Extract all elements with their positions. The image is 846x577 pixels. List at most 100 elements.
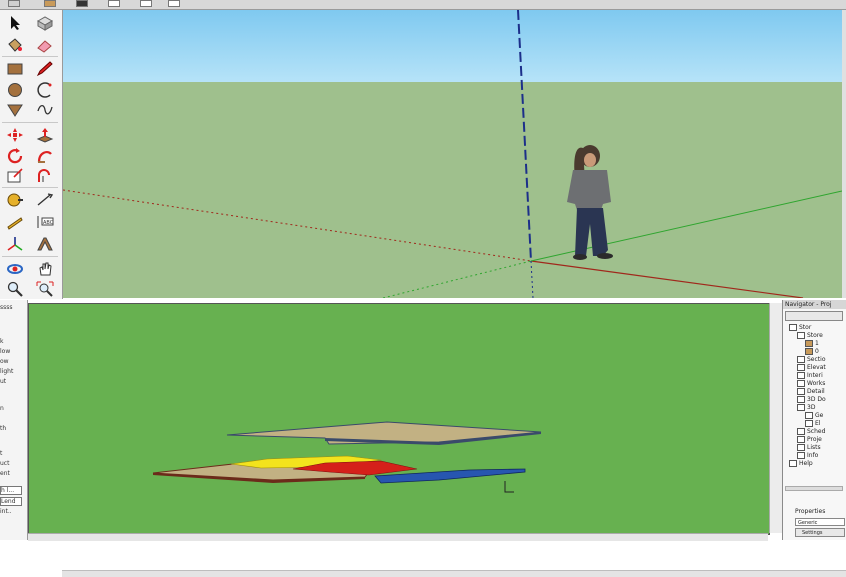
select-icon[interactable] [4, 14, 26, 32]
zoom-extents-icon[interactable] [34, 280, 56, 298]
tree-item[interactable]: Sched [797, 428, 825, 435]
folder-icon [789, 324, 797, 331]
viewport-edge [842, 10, 846, 298]
sketchup-3d-viewport[interactable] [63, 10, 842, 298]
folder-icon [797, 388, 805, 395]
folder-icon [797, 436, 805, 443]
folder-icon [797, 428, 805, 435]
eraser-icon[interactable] [34, 36, 56, 54]
properties-field[interactable]: Generic [795, 518, 845, 526]
freehand-icon[interactable] [34, 101, 56, 119]
toolbox-item[interactable]: low [0, 348, 10, 355]
toolbox-button[interactable]: int.. [0, 508, 12, 515]
folder-icon [797, 444, 805, 451]
separator [2, 56, 58, 57]
toolbox-item[interactable]: uct [0, 460, 9, 467]
offset-icon[interactable] [34, 167, 56, 185]
archicad-3d-window[interactable] [28, 303, 770, 535]
story-icon [805, 340, 813, 347]
component-icon[interactable] [34, 14, 56, 32]
tree-item[interactable]: Works [797, 380, 825, 387]
push-pull-icon[interactable] [34, 126, 56, 144]
sky [63, 10, 842, 82]
rotate-icon[interactable] [4, 147, 26, 165]
tree-item[interactable]: Store [797, 332, 823, 339]
tree-item[interactable]: Info [797, 452, 818, 459]
tree-item[interactable]: Sectio [797, 356, 826, 363]
folder-icon [797, 372, 805, 379]
toolbox-item[interactable]: light [0, 368, 13, 375]
tree-item[interactable]: Lists [797, 444, 821, 451]
toolbar-button[interactable] [140, 0, 152, 7]
archicad-toolbox: ssss k low ow light ut n th t uct ent h … [0, 300, 28, 540]
svg-text:ABC: ABC [43, 220, 54, 226]
tree-item[interactable]: 0 [805, 348, 819, 355]
folder-icon [797, 404, 805, 411]
toolbar-button[interactable] [76, 0, 88, 7]
folder-icon [789, 460, 797, 467]
tree-item[interactable]: Proje [797, 436, 822, 443]
tree-item[interactable]: Interi [797, 372, 823, 379]
toolbox-item[interactable]: n [0, 405, 4, 412]
orbit-icon[interactable] [4, 260, 26, 278]
folder-icon [797, 380, 805, 387]
toolbox-button[interactable]: Lend [0, 497, 22, 506]
toolbox-item[interactable]: k [0, 338, 3, 345]
sketchup-tool-palette: ABC [0, 10, 63, 299]
tree-item[interactable]: Ge [805, 412, 823, 419]
scale-icon[interactable] [4, 167, 26, 185]
pencil-icon[interactable] [34, 60, 56, 78]
text-icon[interactable]: ABC [34, 213, 56, 231]
protractor-icon[interactable] [4, 213, 26, 231]
vertical-scrollbar[interactable] [769, 303, 782, 533]
toolbox-item[interactable]: t [0, 450, 2, 457]
tree-item[interactable]: 3D [797, 404, 815, 411]
3d-text-icon[interactable] [34, 235, 56, 253]
horizontal-scrollbar[interactable] [785, 486, 843, 491]
dimension-icon[interactable] [34, 191, 56, 209]
folder-icon [797, 332, 805, 339]
separator [2, 187, 58, 188]
ground [63, 82, 842, 298]
tree-item[interactable]: 3D Do [797, 396, 826, 403]
navigator-title: Navigator - Proj [783, 300, 846, 309]
cursor-icon [504, 481, 514, 493]
folder-icon [797, 396, 805, 403]
axes-icon[interactable] [4, 235, 26, 253]
toolbox-item[interactable]: th [0, 425, 6, 432]
folder-icon [797, 452, 805, 459]
tree-item[interactable]: Detail [797, 388, 825, 395]
toolbox-button[interactable]: h l... [0, 486, 22, 495]
toolbox-item[interactable]: ssss [0, 304, 13, 311]
tree-item[interactable]: Elevat [797, 364, 826, 371]
circle-icon[interactable] [4, 81, 26, 99]
toolbar-button[interactable] [44, 0, 56, 7]
toolbox-item[interactable]: ent [0, 470, 10, 477]
separator [2, 256, 58, 257]
toolbox-item[interactable]: ow [0, 358, 9, 365]
pan-icon[interactable] [34, 260, 56, 278]
tape-measure-icon[interactable] [4, 191, 26, 209]
view-icon [805, 412, 813, 419]
toolbox-item[interactable]: ut [0, 378, 6, 385]
navigator-toolbar[interactable] [785, 311, 843, 321]
zoom-icon[interactable] [4, 280, 26, 298]
tree-item[interactable]: Help [789, 460, 813, 467]
toolbar-button[interactable] [108, 0, 120, 7]
follow-me-icon[interactable] [34, 147, 56, 165]
polygon-icon[interactable] [4, 101, 26, 119]
tree-item[interactable]: Stor [789, 324, 811, 331]
settings-button[interactable]: Settings [795, 528, 845, 537]
arc-icon[interactable] [34, 81, 56, 99]
tree-item[interactable]: El [805, 420, 820, 427]
view-icon [805, 420, 813, 427]
toolbar-button[interactable] [8, 0, 20, 7]
top-toolbar-strip [0, 0, 846, 10]
rectangle-icon[interactable] [4, 60, 26, 78]
move-icon[interactable] [4, 126, 26, 144]
properties-label: Properties [795, 508, 826, 515]
toolbar-button[interactable] [168, 0, 180, 7]
paint-bucket-icon[interactable] [4, 36, 26, 54]
story-icon [805, 348, 813, 355]
tree-item[interactable]: 1 [805, 340, 819, 347]
